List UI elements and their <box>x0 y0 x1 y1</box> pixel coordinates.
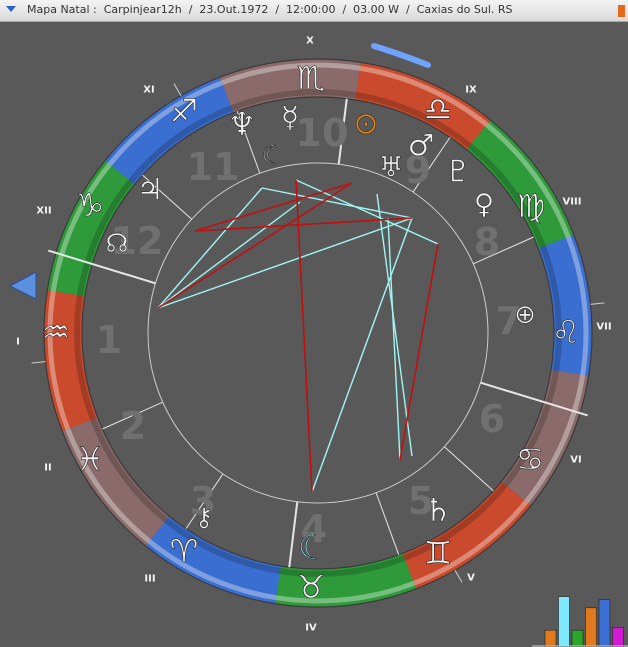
house-roman-VI: VI <box>570 455 581 466</box>
aspect-line-trine <box>311 217 413 493</box>
sign-glyph-gemini-icon: ♊ <box>424 534 453 572</box>
natal-chart-wheel: 123456789101112 IIIIIIIVVVIVIIVIIIIXXXIX… <box>8 36 628 647</box>
house-roman-IV: IV <box>305 623 317 634</box>
planet-neptune-icon: ♆ <box>228 105 257 143</box>
midheaven-marker <box>371 43 431 68</box>
planet-mars-icon: ♂ <box>408 129 435 164</box>
house-roman-XI: XI <box>143 85 154 96</box>
house-number-1: 1 <box>96 318 122 362</box>
house-number-6: 6 <box>479 397 505 441</box>
house-number-2: 2 <box>120 404 146 448</box>
planet-venus-icon: ♀ <box>474 188 495 221</box>
planet-sun-icon: ⊙ <box>353 107 378 142</box>
house-number-10: 10 <box>296 111 349 155</box>
planet-part-of-fortune-icon: ⊕ <box>514 300 536 330</box>
sign-glyph-taurus-icon: ♉ <box>297 568 326 606</box>
aspect-line-square <box>157 182 353 309</box>
planet-mercury-icon: ☿ <box>281 101 299 136</box>
house-cusp-line <box>444 446 494 492</box>
house-roman-II: II <box>44 463 51 474</box>
histogram-bar <box>612 627 624 647</box>
cusp-tick <box>454 570 463 583</box>
aspect-lines <box>157 179 439 493</box>
house-roman-IX: IX <box>465 85 477 96</box>
house-number-8: 8 <box>474 220 500 264</box>
cusp-tick <box>31 361 46 364</box>
window-title: Mapa Natal : Carpinjear12h / 23.Out.1972… <box>27 3 513 16</box>
house-roman-III: III <box>144 574 155 585</box>
house-roman-X: X <box>306 36 314 47</box>
chevron-down-icon[interactable] <box>6 6 16 12</box>
histogram-bar <box>598 599 611 647</box>
sign-glyph-aries-icon: ♈ <box>170 532 199 570</box>
sign-glyph-sagittarius-icon: ♐ <box>170 92 199 130</box>
planet-chiron-icon: ⚷ <box>194 503 213 533</box>
element-histogram <box>532 596 628 647</box>
ring-inner-edge <box>81 96 555 570</box>
planet-jupiter-icon: ♃ <box>137 173 164 208</box>
planet-saturn-icon: ♄ <box>424 491 453 529</box>
house-roman-VII: VII <box>596 322 611 333</box>
aspect-line-square <box>295 179 313 493</box>
planet-uranus-icon: ♅ <box>378 151 403 184</box>
sign-glyph-leo-icon: ♌ <box>552 313 581 351</box>
house-cusp-line <box>375 492 400 555</box>
planet-north-node-icon: ☊ <box>105 229 128 259</box>
planet-pluto-icon: ♇ <box>445 155 472 190</box>
planet-moon-house--icon: ☾ <box>298 528 328 568</box>
aspect-line-trine <box>157 201 301 309</box>
sign-glyph-cancer-icon: ♋ <box>516 440 545 478</box>
histogram-bar <box>544 629 557 647</box>
house-roman-V: V <box>467 573 475 584</box>
titlebar-marker <box>618 5 625 17</box>
house-roman-VIII: VIII <box>563 197 582 208</box>
sign-glyph-capricorn-icon: ♑ <box>76 186 105 224</box>
sign-glyph-aquarius-icon: ♒ <box>42 313 71 351</box>
sign-glyph-libra-icon: ♎ <box>424 90 453 128</box>
planet-glyphs: ⊙ ☾ ☿ ♀ ♂ ♃ ♄ ♅ ♆ ♇ ⚷ ☊ ⊕ ☾ <box>105 100 536 568</box>
histogram-bar <box>571 629 584 647</box>
house-roman-I: I <box>16 337 20 348</box>
sign-segment-virgo <box>501 369 589 506</box>
sign-glyph-scorpio-icon: ♏ <box>297 59 326 97</box>
house-cusp-line <box>288 501 299 568</box>
sign-segment-taurus <box>62 417 170 546</box>
aspect-line-square <box>399 243 439 461</box>
sign-glyph-virgo-icon: ♍ <box>517 187 546 225</box>
planet-moon-icon: ☾ <box>261 141 284 171</box>
sign-glyph-pisces-icon: ♓ <box>76 440 105 478</box>
inner-circle <box>147 162 489 504</box>
histogram-bar <box>558 596 570 647</box>
histogram-bar <box>585 607 597 647</box>
house-number-11: 11 <box>187 145 240 189</box>
cusp-tick <box>590 302 605 305</box>
window-titlebar: Mapa Natal : Carpinjear12h / 23.Out.1972… <box>0 0 628 22</box>
ascendant-marker <box>8 271 37 300</box>
house-roman-XII: XII <box>36 206 51 217</box>
